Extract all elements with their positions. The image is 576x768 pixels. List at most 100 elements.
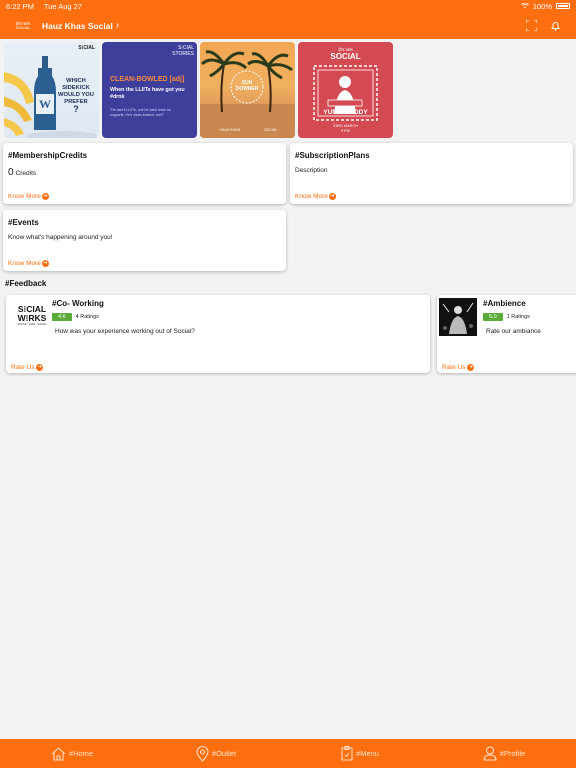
banner-question-mark: ? (73, 104, 79, 114)
brand-logo: हौज खास SOCIAL (15, 20, 31, 32)
battery-percent: 100% (532, 1, 552, 11)
social-works-logo-line3: OFFICE · CAFE · SOCIAL (17, 323, 47, 326)
location-pin-icon (196, 745, 209, 762)
feedback-section-title: #Feedback (5, 279, 47, 288)
banner-footer-left: HAUZ KHAS (220, 128, 241, 132)
arrow-right-icon: ➜ (467, 364, 475, 371)
subscription-plans-card[interactable]: #SubscriptionPlans Description Know More… (290, 143, 573, 204)
profile-icon (483, 746, 497, 761)
know-more-label: Know More (8, 193, 41, 200)
status-date: Tue Aug 27 (43, 1, 82, 11)
app-header: हौज खास SOCIAL Hauz Khas Social › (0, 12, 576, 39)
status-right: 100% (520, 1, 570, 11)
battery-icon (556, 3, 570, 9)
banner-question: WHICH SIDEKICK WOULD YOU PREFER ? (56, 78, 96, 114)
rate-us-link[interactable]: Rate Us ➜ (11, 364, 44, 371)
feedback-title: #Co- Working (52, 299, 104, 308)
tab-outlet[interactable]: #Outlet (144, 745, 288, 762)
status-left: 6:22 PM Tue Aug 27 (6, 2, 90, 11)
know-more-link[interactable]: Know More ➜ (295, 193, 336, 200)
tab-label: #Home (68, 749, 94, 758)
tab-menu[interactable]: #Menu (288, 746, 432, 761)
rating-row: 5.0 1 Ratings (483, 313, 530, 321)
ambience-photo (439, 298, 477, 336)
arrow-right-icon: ➜ (41, 260, 49, 267)
banner-question-line3: WOULD YOU (58, 92, 94, 98)
membership-credits-card[interactable]: #MembershipCredits 0 Credits Know More ➜ (3, 143, 286, 204)
banner-subtitle-line2: #drnk (110, 94, 125, 100)
card-description: Know what's happening around you! (8, 234, 113, 241)
rate-us-label: Rate Us (442, 364, 466, 371)
banner-note: "He had 4 LLIITs, one for each team he s… (110, 108, 171, 118)
card-title: #SubscriptionPlans (295, 151, 370, 160)
credits-count: 0 (8, 167, 14, 178)
banner-sundowner[interactable]: SUN DOWNER HAUZ KHAS SOCIAL (200, 42, 295, 138)
banner-question-line2: SIDEKICK (62, 85, 90, 91)
card-description: Description (295, 167, 328, 174)
menu-clipboard-icon (341, 746, 353, 761)
sundowner-badge-line2: DOWNER (235, 86, 259, 92)
know-more-label: Know More (295, 193, 328, 200)
credits-unit: Credits (15, 170, 37, 177)
bell-icon[interactable] (551, 21, 560, 31)
banner-brand-main: SOCIAL (330, 52, 361, 61)
tab-label: #Profile (499, 749, 526, 758)
know-more-label: Know More (8, 260, 41, 267)
tab-label: #Menu (356, 749, 379, 758)
arrow-right-icon: ➜ (41, 193, 49, 200)
events-card[interactable]: #Events Know what's happening around you… (3, 210, 286, 271)
rate-us-label: Rate Us (11, 364, 35, 371)
banner-subtitle-line1: When the LLIITs have got you (110, 87, 185, 93)
ratings-count: 4 Ratings (75, 314, 99, 320)
banner-event-time: 9 PM (341, 129, 350, 133)
arrow-right-icon: ➜ (328, 193, 336, 200)
feedback-question: Rate our ambiance (486, 328, 541, 335)
status-time: 6:22 PM (6, 1, 34, 11)
banner-note-line2: supports. He's clean-bowled, bro!!" (110, 113, 165, 117)
banner-yung-maddy[interactable]: हौज खास SOCIAL YUNG MADDY 23RD MARCH 9 P… (298, 42, 393, 138)
home-icon (51, 746, 66, 760)
rating-badge: 5.0 (483, 313, 503, 321)
social-works-logo-line2: W⁝RKS (17, 313, 47, 323)
outlet-selector[interactable]: Hauz Khas Social › (42, 20, 119, 31)
rating-row: 4.6 4 Ratings (52, 313, 99, 321)
rating-badge: 4.6 (52, 313, 72, 321)
rate-us-link[interactable]: Rate Us ➜ (442, 364, 475, 371)
bottom-tab-bar: #Home #Outlet #Menu #Profile (0, 739, 576, 768)
tab-label: #Outlet (211, 749, 237, 758)
tab-home[interactable]: #Home (0, 746, 144, 761)
banner-event-date: 23RD MARCH (333, 124, 358, 128)
know-more-link[interactable]: Know More ➜ (8, 260, 49, 267)
feedback-card-coworking[interactable]: S⁝CIAL W⁝RKS OFFICE · CAFE · SOCIAL #Co-… (6, 295, 430, 373)
status-bar: 6:22 PM Tue Aug 27 100% (0, 0, 576, 12)
banner-subtitle: When the LLIITs have got you #drnk (110, 87, 185, 101)
banner-artist-name: YUNG MADDY (323, 109, 368, 116)
social-works-logo: S⁝CIAL W⁝RKS OFFICE · CAFE · SOCIAL (14, 305, 50, 327)
header-actions (526, 20, 560, 31)
arrow-right-icon: ➜ (36, 364, 44, 371)
banner-headline: CLEAN-BOWLED [adj] (110, 76, 185, 83)
feedback-title: #Ambience (483, 299, 526, 308)
banner-footer-right: SOCIAL (264, 128, 277, 132)
scan-icon[interactable] (526, 20, 537, 31)
svg-text:W: W (39, 97, 51, 111)
banner-carousel[interactable]: S⁝CIAL W WHICH SIDEKICK WOULD YOU PREFER… (4, 42, 393, 138)
outlet-name: Hauz Khas Social (42, 20, 113, 31)
banner-brand-line2: STORIES (172, 51, 194, 57)
credits-value: 0 Credits (8, 167, 36, 178)
card-title: #Events (8, 218, 39, 227)
ratings-count: 1 Ratings (506, 314, 530, 320)
tab-profile[interactable]: #Profile (432, 746, 576, 761)
feedback-question: How was your experience working out of S… (55, 328, 195, 335)
know-more-link[interactable]: Know More ➜ (8, 193, 49, 200)
wifi-icon (520, 3, 529, 9)
banner-question-line1: WHICH (66, 78, 86, 84)
feedback-card-ambience[interactable]: #Ambience 5.0 1 Ratings Rate our ambianc… (437, 295, 576, 373)
banner-clean-bowled[interactable]: S⁝CIAL STORIES CLEAN-BOWLED [adj] When t… (102, 42, 197, 138)
sundowner-badge: SUN DOWNER (232, 80, 262, 92)
brand-logo-line2: SOCIAL (15, 24, 31, 30)
banner-sidekick[interactable]: S⁝CIAL W WHICH SIDEKICK WOULD YOU PREFER… (4, 42, 99, 138)
card-title: #MembershipCredits (8, 151, 88, 160)
banner-brand: S⁝CIAL STORIES (172, 45, 194, 57)
chevron-right-icon: › (115, 20, 120, 31)
